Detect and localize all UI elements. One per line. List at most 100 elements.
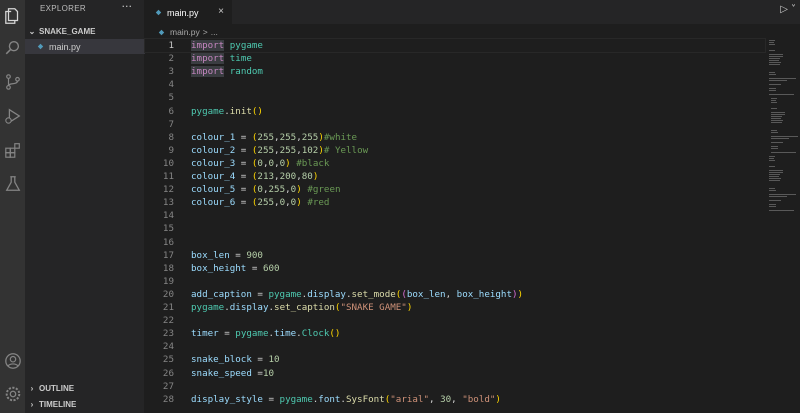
code-text: import pygame	[191, 39, 263, 52]
code-token: =	[218, 328, 236, 340]
code-line[interactable]: 15	[145, 222, 765, 235]
breadcrumb-file[interactable]: main.py	[170, 27, 200, 37]
code-token: colour_1	[191, 131, 236, 143]
code-token: =	[235, 184, 252, 196]
code-line[interactable]: 20 add_caption = pygame.display.set_mode(…	[145, 288, 765, 301]
line-number: 10	[162, 157, 174, 169]
chevron-down-icon: ⌄	[28, 27, 36, 36]
run-debug-icon[interactable]	[0, 104, 25, 128]
code-token: time	[229, 53, 252, 65]
account-icon[interactable]	[0, 349, 25, 373]
code-token: 255	[257, 197, 275, 209]
code-line[interactable]: 11 colour_4 = (213,200,80)	[145, 170, 765, 183]
code-line[interactable]: 17 box_len = 900	[145, 249, 765, 262]
minimap-line	[769, 190, 777, 191]
code-token: ,	[451, 393, 463, 405]
file-item-main-py[interactable]: main.py	[25, 39, 145, 54]
minimap-line	[769, 196, 787, 197]
code-line[interactable]: 26 snake_speed =10	[145, 367, 765, 380]
code-text: box_height = 600	[191, 262, 280, 275]
code-line[interactable]: 14	[145, 209, 765, 222]
code-token: pygame	[268, 288, 302, 300]
timeline-section[interactable]: › TIMELINE	[25, 398, 145, 411]
code-token: ()	[329, 328, 341, 340]
code-line[interactable]: 5	[145, 91, 765, 104]
folder-snake-game[interactable]: ⌄ SNAKE_GAME	[25, 25, 145, 38]
minimap-line	[769, 58, 781, 59]
code-line[interactable]: 24	[145, 340, 765, 353]
code-token: =	[235, 157, 252, 169]
code-token: colour_3	[191, 157, 236, 169]
minimap[interactable]	[767, 38, 800, 413]
more-actions-button[interactable]: ···	[122, 0, 133, 13]
minimap-line	[769, 194, 796, 195]
minimap-line	[769, 42, 774, 43]
code-text: import random	[191, 65, 263, 78]
settings-gear-icon[interactable]	[0, 382, 25, 406]
minimap-line	[769, 44, 775, 45]
run-dropdown-icon[interactable]: ˅	[791, 4, 796, 15]
minimap-line	[769, 178, 782, 179]
code-token: pygame	[279, 393, 313, 405]
minimap-line	[771, 114, 786, 115]
line-number: 15	[162, 223, 174, 235]
code-editor[interactable]: 1 import pygame 2 import time 3 import random…	[144, 38, 766, 413]
code-line[interactable]: 21 pygame.display.set_caption("SNAKE GAME…	[145, 301, 765, 314]
code-line[interactable]: 22	[145, 314, 765, 327]
code-line[interactable]: 10 colour_3 = (0,0,0) #black	[145, 157, 765, 170]
code-token: time	[274, 328, 297, 340]
code-line[interactable]: 13 colour_6 = (255,0,0) #red	[145, 196, 765, 209]
code-line[interactable]: 6 pygame.init()	[145, 105, 765, 118]
explorer-icon[interactable]	[0, 4, 25, 28]
tab-main-py[interactable]: main.py ×	[145, 0, 232, 24]
source-control-icon[interactable]	[0, 70, 25, 94]
code-token: "bold"	[462, 393, 496, 405]
code-line[interactable]: 8 colour_1 = (255,255,255)#white	[145, 131, 765, 144]
code-token: box_len	[406, 288, 446, 300]
code-token: ,	[445, 288, 457, 300]
close-icon[interactable]: ×	[218, 6, 224, 17]
line-number: 23	[162, 328, 174, 340]
outline-section[interactable]: › OUTLINE	[25, 382, 145, 395]
run-python-file-button[interactable]: ▷	[780, 4, 788, 15]
code-token: =	[251, 288, 269, 300]
line-number: 25	[162, 354, 174, 366]
code-token: font	[318, 393, 341, 405]
code-token: 102	[301, 144, 319, 156]
code-line[interactable]: 16	[145, 236, 765, 249]
code-token: 255	[279, 131, 297, 143]
minimap-line	[769, 204, 777, 205]
code-line[interactable]: 27	[145, 380, 765, 393]
testing-icon[interactable]	[0, 172, 25, 196]
code-line[interactable]: 4	[145, 78, 765, 91]
code-token: =	[251, 367, 263, 379]
extensions-icon[interactable]	[0, 138, 25, 162]
code-token: init	[229, 105, 252, 117]
code-token: ()	[251, 105, 263, 117]
code-line[interactable]: 2 import time	[145, 52, 765, 65]
code-line[interactable]: 28 display_style = pygame.font.SysFont("a…	[145, 393, 765, 406]
code-line[interactable]: 25 snake_block = 10	[145, 353, 765, 366]
code-line[interactable]: 3 import random	[145, 65, 765, 78]
code-line[interactable]: 19	[145, 275, 765, 288]
code-line[interactable]: 7	[145, 118, 765, 131]
breadcrumb: main.py > ...	[157, 25, 218, 39]
code-line[interactable]: 1 import pygame	[144, 38, 766, 53]
code-token: 80	[301, 171, 313, 182]
code-token: colour_4	[191, 171, 236, 182]
code-token: #red	[307, 197, 330, 209]
code-token: 255	[257, 144, 275, 156]
minimap-line	[771, 142, 784, 143]
breadcrumb-symbols[interactable]: ...	[211, 27, 218, 37]
code-token: add_caption	[191, 288, 252, 300]
code-text: box_len = 900	[191, 249, 263, 262]
code-token: display	[307, 288, 346, 300]
code-token: =	[246, 262, 263, 274]
code-line[interactable]: 23 timer = pygame.time.Clock()	[145, 327, 765, 340]
code-line[interactable]: 18 box_height = 600	[145, 262, 765, 275]
code-token: display_style	[191, 393, 263, 405]
code-line[interactable]: 12 colour_5 = (0,255,0) #green	[145, 183, 765, 196]
search-icon[interactable]	[0, 36, 25, 60]
chevron-right-icon: ›	[30, 384, 34, 393]
code-line[interactable]: 9 colour_2 = (255,255,102)# Yellow	[145, 144, 765, 157]
